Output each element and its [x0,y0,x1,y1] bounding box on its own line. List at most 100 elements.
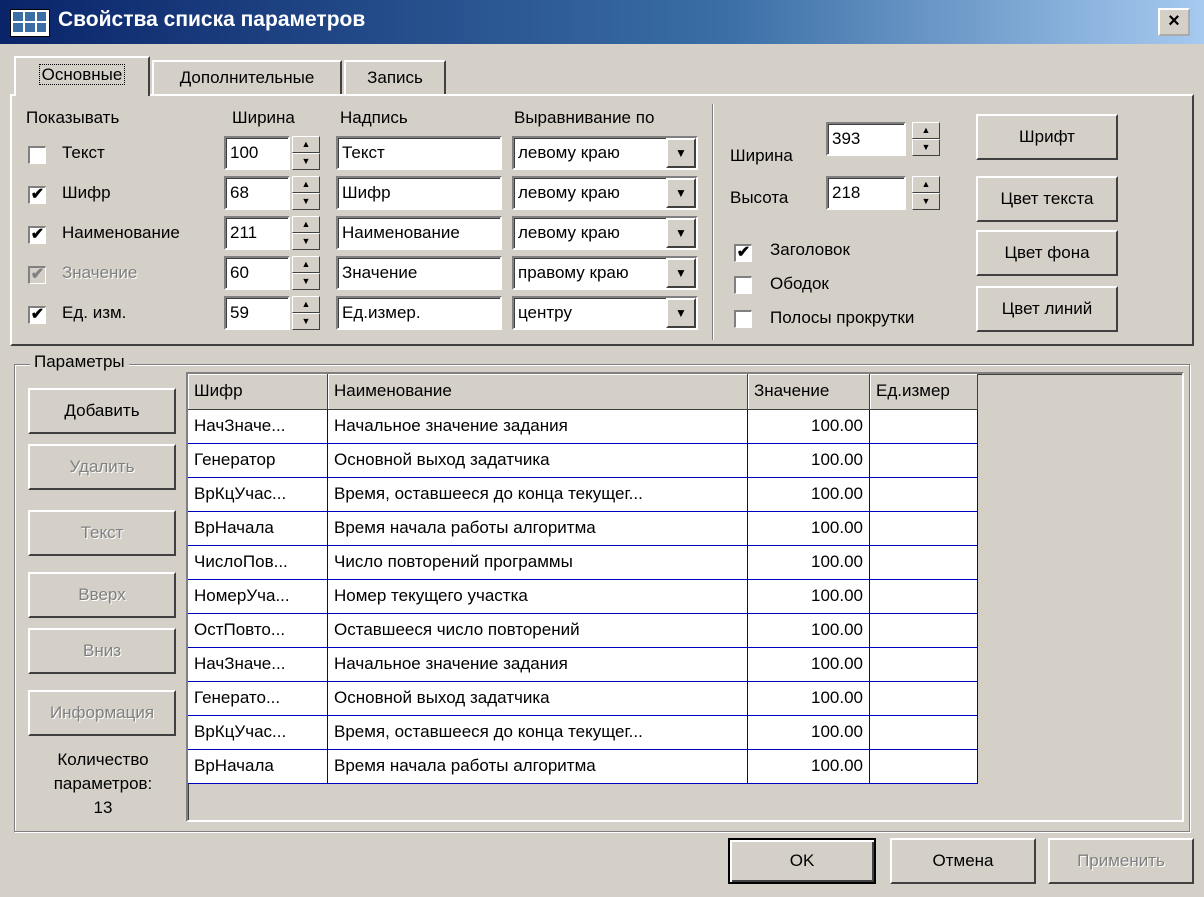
text-caption-field[interactable]: Текст [336,136,502,170]
table-cell[interactable]: Время начала работы алгоритма [328,750,748,784]
table-cell[interactable]: 100.00 [748,716,870,750]
table-cell[interactable]: ВрКцУчас... [188,478,328,512]
font-button[interactable]: Шрифт [976,114,1118,160]
table-cell[interactable] [870,512,978,546]
column-header[interactable]: Ед.измер [870,374,978,410]
table-cell[interactable]: Номер текущего участка [328,580,748,614]
spin-down-icon[interactable]: ▼ [912,193,940,210]
list-width-field[interactable]: 393 [826,122,906,156]
table-cell[interactable]: Начальное значение задания [328,648,748,682]
name-width-field[interactable]: 211 [224,216,290,250]
table-cell[interactable]: Генерато... [188,682,328,716]
parameters-table[interactable]: Шифр Наименование Значение Ед.измер НачЗначе… [186,372,1184,822]
table-cell[interactable]: 100.00 [748,478,870,512]
table-cell[interactable] [870,410,978,444]
column-header[interactable]: Значение [748,374,870,410]
list-height-field[interactable]: 218 [826,176,906,210]
spin-up-icon[interactable]: ▲ [292,136,320,153]
table-cell[interactable]: 100.00 [748,750,870,784]
table-cell[interactable]: 100.00 [748,512,870,546]
table-cell[interactable]: Основной выход задатчика [328,682,748,716]
tab-record[interactable]: Запись [344,60,446,96]
table-cell[interactable]: 100.00 [748,682,870,716]
name-caption-field[interactable]: Наименование [336,216,502,250]
table-cell[interactable] [870,716,978,750]
spin-up-icon[interactable]: ▲ [292,256,320,273]
spin-up-icon[interactable]: ▲ [292,176,320,193]
table-cell[interactable]: ВрНачала [188,512,328,546]
dropdown-arrow-icon[interactable]: ▼ [666,138,696,168]
table-cell[interactable]: ОстПовто... [188,614,328,648]
spin-down-icon[interactable]: ▼ [292,153,320,170]
table-cell[interactable]: Оставшееся число повторений [328,614,748,648]
table-cell[interactable]: НачЗначе... [188,410,328,444]
table-cell[interactable]: Генератор [188,444,328,478]
table-cell[interactable]: ВрКцУчас... [188,716,328,750]
table-cell[interactable] [870,614,978,648]
table-cell[interactable]: Время начала работы алгоритма [328,512,748,546]
table-cell[interactable]: Число повторений программы [328,546,748,580]
code-width-spinner[interactable]: ▲ ▼ [292,176,320,210]
value-width-spinner[interactable]: ▲ ▼ [292,256,320,290]
table-cell[interactable]: 100.00 [748,546,870,580]
show-name-checkbox[interactable]: ✔ [28,226,46,244]
table-cell[interactable]: ЧислоПов... [188,546,328,580]
table-cell[interactable]: 100.00 [748,410,870,444]
column-header[interactable]: Наименование [328,374,748,410]
show-unit-checkbox[interactable]: ✔ [28,306,46,324]
spin-down-icon[interactable]: ▼ [292,233,320,250]
table-cell[interactable]: Время, оставшееся до конца текущег... [328,478,748,512]
spin-down-icon[interactable]: ▼ [292,313,320,330]
unit-caption-field[interactable]: Ед.измер. [336,296,502,330]
text-width-field[interactable]: 100 [224,136,290,170]
list-height-spinner[interactable]: ▲ ▼ [912,176,940,210]
table-cell[interactable] [870,444,978,478]
add-button[interactable]: Добавить [28,388,176,434]
table-cell[interactable]: Время, оставшееся до конца текущег... [328,716,748,750]
spin-down-icon[interactable]: ▼ [292,193,320,210]
code-width-field[interactable]: 68 [224,176,290,210]
table-cell[interactable]: НомерУча... [188,580,328,614]
column-header[interactable]: Шифр [188,374,328,410]
spin-down-icon[interactable]: ▼ [292,273,320,290]
spin-up-icon[interactable]: ▲ [292,216,320,233]
spin-up-icon[interactable]: ▲ [912,122,940,139]
value-caption-field[interactable]: Значение [336,256,502,290]
dropdown-arrow-icon[interactable]: ▼ [666,298,696,328]
table-cell[interactable]: ВрНачала [188,750,328,784]
line-color-button[interactable]: Цвет линий [976,286,1118,332]
ok-button[interactable]: OK [728,838,876,884]
table-cell[interactable]: Начальное значение задания [328,410,748,444]
border-checkbox[interactable] [734,276,752,294]
value-width-field[interactable]: 60 [224,256,290,290]
name-width-spinner[interactable]: ▲ ▼ [292,216,320,250]
dropdown-arrow-icon[interactable]: ▼ [666,218,696,248]
scrollbars-checkbox[interactable] [734,310,752,328]
table-cell[interactable] [870,478,978,512]
dropdown-arrow-icon[interactable]: ▼ [666,178,696,208]
table-cell[interactable]: 100.00 [748,648,870,682]
table-cell[interactable]: 100.00 [748,614,870,648]
dropdown-arrow-icon[interactable]: ▼ [666,258,696,288]
unit-width-field[interactable]: 59 [224,296,290,330]
spin-down-icon[interactable]: ▼ [912,139,940,156]
table-cell[interactable]: 100.00 [748,580,870,614]
unit-width-spinner[interactable]: ▲ ▼ [292,296,320,330]
spin-up-icon[interactable]: ▲ [292,296,320,313]
show-text-checkbox[interactable] [28,146,46,164]
text-width-spinner[interactable]: ▲ ▼ [292,136,320,170]
table-cell[interactable] [870,682,978,716]
spin-up-icon[interactable]: ▲ [912,176,940,193]
table-cell[interactable] [870,750,978,784]
close-button[interactable]: × [1158,8,1190,36]
list-width-spinner[interactable]: ▲ ▼ [912,122,940,156]
tab-main[interactable]: Основные [14,56,150,96]
bg-color-button[interactable]: Цвет фона [976,230,1118,276]
tab-additional[interactable]: Дополнительные [152,60,342,96]
table-cell[interactable] [870,580,978,614]
table-cell[interactable] [870,546,978,580]
table-cell[interactable] [870,648,978,682]
table-cell[interactable]: НачЗначе... [188,648,328,682]
show-code-checkbox[interactable]: ✔ [28,186,46,204]
text-color-button[interactable]: Цвет текста [976,176,1118,222]
